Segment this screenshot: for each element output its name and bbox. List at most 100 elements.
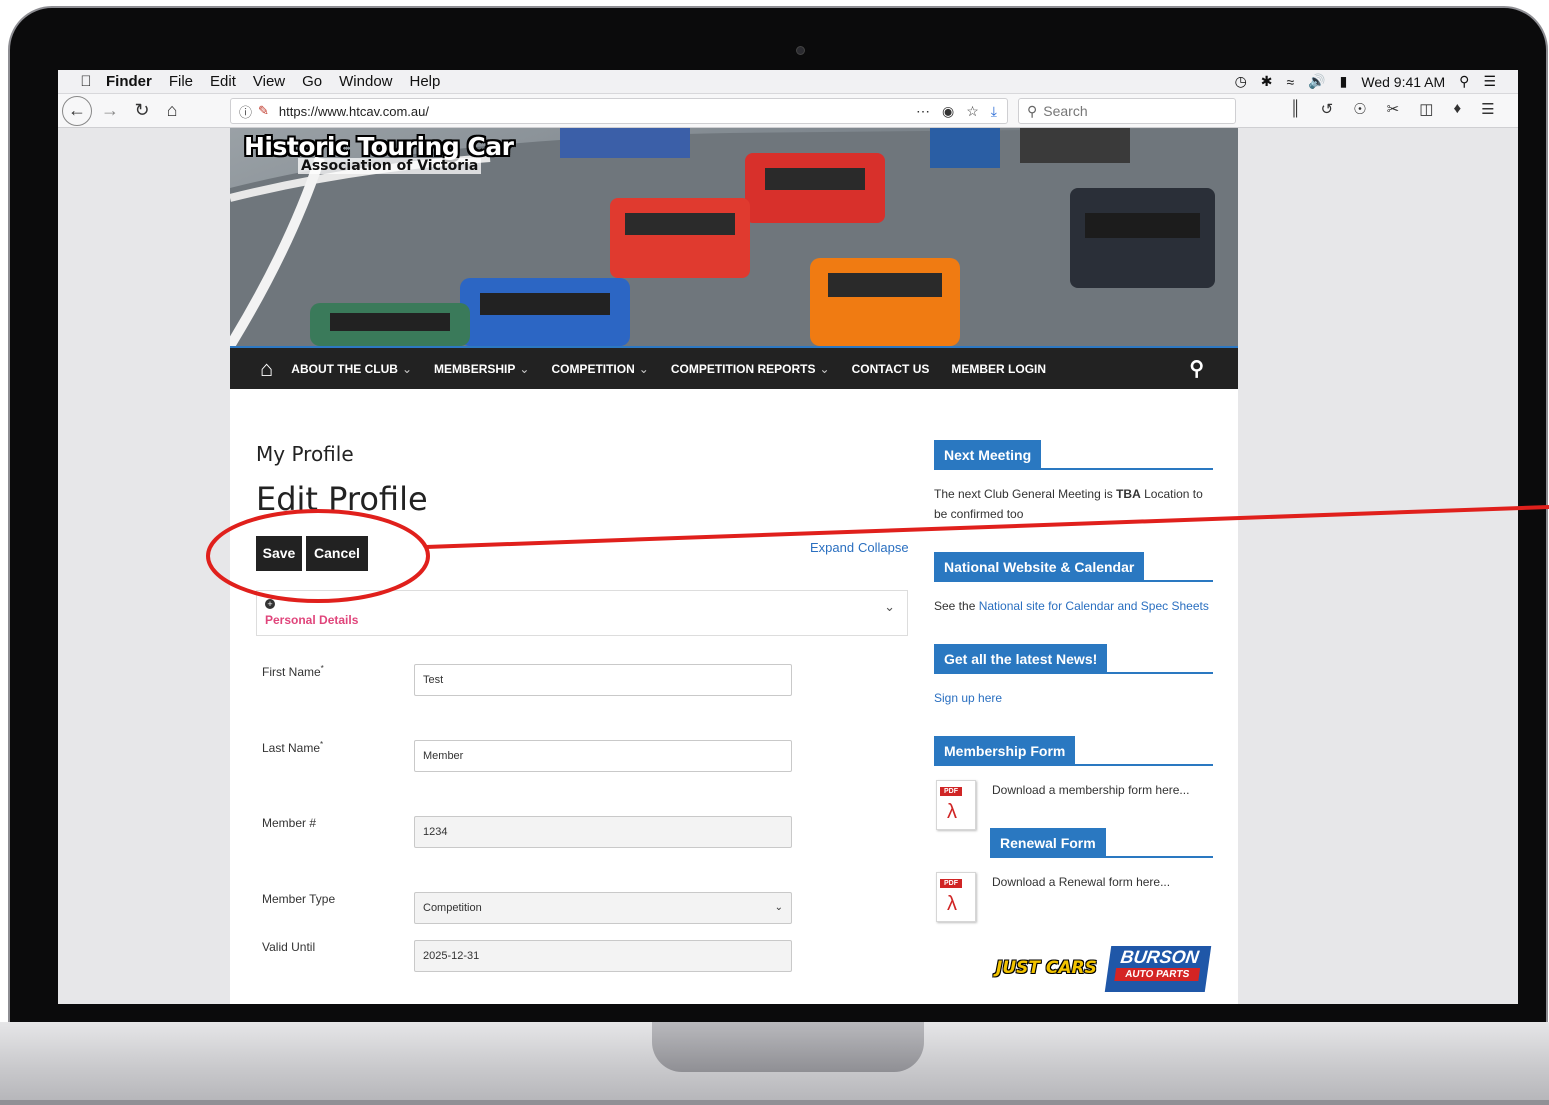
volume-icon[interactable]: 🔊 (1308, 73, 1325, 90)
logo-subtitle: Association of Victoria (298, 158, 482, 174)
valid-until-field[interactable]: 2025-12-31 (414, 940, 792, 972)
clock[interactable]: Wed 9:41 AM (1361, 74, 1445, 90)
nav-about-the-club[interactable]: ABOUT THE CLUB ⌄ (291, 362, 412, 376)
heading-rule (990, 856, 1213, 858)
screen:  Finder File Edit View Go Window Help ◷… (58, 70, 1518, 1004)
renewal-form-link[interactable]: Download a Renewal form here... (992, 872, 1222, 892)
battery-icon[interactable]: ▮ (1340, 73, 1348, 90)
search-icon: ⚲ (1027, 102, 1038, 119)
form-title: Edit Profile (256, 480, 428, 518)
notification-center-icon[interactable]: ☰ (1483, 73, 1496, 90)
sign-up-link[interactable]: Sign up here (934, 688, 1216, 708)
pdf-icon[interactable]: PDF λ (936, 872, 976, 922)
nav-label: COMPETITION (551, 361, 635, 376)
apple-icon[interactable]:  (72, 73, 100, 90)
news-heading: Get all the latest News! (934, 644, 1108, 674)
first-name-field[interactable]: Test (414, 664, 792, 696)
save-button[interactable]: Save (256, 536, 302, 571)
menu-go[interactable]: Go (302, 73, 322, 90)
nav-contact-us[interactable]: CONTACT US (852, 362, 930, 376)
bluetooth-icon[interactable]: ✱ (1261, 73, 1273, 90)
info-icon[interactable]: ⓘ (239, 102, 252, 121)
section-title[interactable]: Personal Details (265, 613, 358, 627)
pdf-icon[interactable]: PDF λ (936, 780, 976, 830)
spotlight-icon[interactable]: ⚲ (1459, 73, 1469, 90)
just-cars-logo[interactable]: JUST CARS (996, 958, 1097, 978)
library-icon[interactable]: ║ (1290, 100, 1301, 118)
search-input[interactable]: ⚲ Search (1018, 98, 1236, 124)
browser-toolbar: ← → ↻ ⌂ ⓘ ✎ https://www.htcav.com.au/ ⋯ … (58, 94, 1518, 128)
pocket-save-icon[interactable]: ♦ (1453, 100, 1461, 118)
pocket-icon[interactable]: ◉ (942, 103, 954, 120)
member-type-select[interactable]: Competition ⌄ (414, 892, 792, 924)
member-type-value: Competition (423, 902, 482, 914)
next-meeting-heading: Next Meeting (934, 440, 1042, 470)
menubar-status: ◷ ✱ ≈ 🔊 ▮ Wed 9:41 AM ⚲ ☰ (1235, 73, 1496, 90)
extension-icon[interactable]: ☉ (1353, 100, 1366, 118)
cancel-button[interactable]: Cancel (306, 536, 368, 571)
chevron-down-icon: ⌄ (819, 361, 830, 376)
search-placeholder: Search (1043, 103, 1088, 119)
plus-circle-icon[interactable]: + (265, 599, 275, 609)
nav-competition-reports[interactable]: COMPETITION REPORTS ⌄ (671, 362, 830, 376)
page-actions-icon[interactable]: ⋯ (916, 103, 930, 120)
membership-form-heading: Membership Form (934, 736, 1076, 766)
time-machine-icon[interactable]: ◷ (1235, 73, 1247, 90)
hamburger-menu-icon[interactable]: ☰ (1481, 100, 1494, 118)
meeting-date: TBA (1116, 487, 1141, 501)
bookmark-star-icon[interactable]: ☆ (966, 103, 979, 120)
collapse-link[interactable]: Collapse (858, 540, 909, 555)
laptop-hinge-notch (652, 1022, 924, 1072)
nav-member-login[interactable]: MEMBER LOGIN (951, 362, 1046, 376)
nav-competition[interactable]: COMPETITION ⌄ (551, 362, 648, 376)
chevron-down-icon: ⌄ (401, 361, 413, 376)
address-bar[interactable]: ⓘ ✎ https://www.htcav.com.au/ ⋯ ◉ ☆ ⤓ (230, 98, 1008, 124)
expand-link[interactable]: Expand (810, 540, 854, 555)
address-bar-tools: ⋯ ◉ ☆ ⤓ (916, 103, 997, 120)
menu-finder[interactable]: Finder (106, 73, 152, 90)
sidebar-icon[interactable]: ◫ (1419, 100, 1433, 118)
national-website-heading: National Website & Calendar (934, 552, 1145, 582)
menu-view[interactable]: View (253, 73, 285, 90)
national-site-link[interactable]: National site for Calendar and Spec Shee… (979, 599, 1209, 613)
laptop-base-shadow (0, 1100, 1549, 1105)
last-name-field[interactable]: Member (414, 740, 792, 772)
heading-rule (934, 764, 1213, 766)
forward-arrow-icon[interactable]: → (98, 100, 122, 121)
screenshot-icon[interactable]: ✂ (1387, 100, 1400, 118)
acrobat-icon: λ (947, 893, 957, 915)
logo-title[interactable]: Historic Touring Car (244, 132, 514, 161)
chevron-down-icon: ⌄ (638, 361, 649, 376)
member-type-label: Member Type (262, 892, 336, 906)
search-icon[interactable]: ⚲ (1189, 356, 1204, 381)
menu-help[interactable]: Help (410, 73, 441, 90)
reload-icon[interactable]: ↻ (130, 100, 154, 121)
burson-name: BURSON (1119, 947, 1201, 967)
burson-logo[interactable]: BURSON AUTO PARTS (1104, 946, 1212, 992)
home-nav-icon[interactable]: ⌂ (260, 356, 273, 382)
last-name-label: Last Name* (262, 740, 324, 755)
menu-edit[interactable]: Edit (210, 73, 236, 90)
history-icon[interactable]: ↺ (1321, 100, 1334, 118)
page-viewport: Historic Touring Car Association of Vict… (58, 128, 1518, 1004)
menu-window[interactable]: Window (339, 73, 392, 90)
pdf-tag: PDF (940, 787, 962, 796)
burson-tag: AUTO PARTS (1114, 968, 1201, 981)
mac-menubar:  Finder File Edit View Go Window Help ◷… (58, 70, 1518, 94)
back-arrow-icon[interactable]: ← (62, 95, 92, 126)
chevron-down-icon[interactable]: ⌄ (884, 599, 895, 615)
nav-label: COMPETITION REPORTS (670, 361, 816, 376)
membership-form-link[interactable]: Download a membership form here... (992, 780, 1222, 800)
pdf-tag: PDF (940, 879, 962, 888)
home-icon[interactable]: ⌂ (160, 100, 184, 121)
camera (796, 46, 805, 55)
nav-label: MEMBERSHIP (434, 361, 516, 376)
member-number-field[interactable]: 1234 (414, 816, 792, 848)
url-text[interactable]: https://www.htcav.com.au/ (279, 104, 429, 119)
nav-membership[interactable]: MEMBERSHIP ⌄ (434, 362, 529, 376)
wifi-icon[interactable]: ≈ (1287, 74, 1295, 90)
acrobat-icon: λ (947, 801, 957, 823)
download-icon[interactable]: ⤓ (991, 103, 997, 120)
personal-details-section[interactable]: + Personal Details ⌄ (256, 590, 908, 636)
menu-file[interactable]: File (169, 73, 193, 90)
